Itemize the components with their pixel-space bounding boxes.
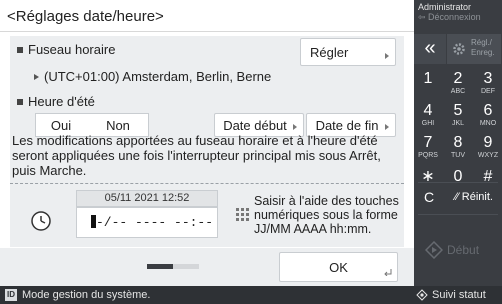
status-monitor-icon (416, 289, 428, 301)
page-progress-fill (147, 264, 173, 269)
datetime-input-mask: -/-- ---- --:-- (96, 215, 214, 230)
keypad-panel: Administrator ⇦ Déconnexion « Régl./ Enr… (414, 0, 502, 286)
chevron-right-icon (385, 53, 389, 59)
status-monitor-button[interactable]: Suivi statut (432, 289, 486, 301)
datetime-entry: 05/11 2021 12:52 -/-- ---- --:-- (14, 190, 220, 238)
bullet-icon (17, 47, 23, 53)
settings-register-button[interactable]: Régl./ Enreg. (447, 34, 501, 64)
settings-label-2: Enreg. (471, 48, 495, 57)
status-bar: ID Mode gestion du système. Suivi statut (0, 286, 502, 304)
back-button[interactable]: « (414, 34, 446, 64)
dst-label: Heure d'été (28, 94, 95, 109)
key-5[interactable]: 5 JKL (444, 102, 472, 132)
key-9[interactable]: 9 WXYZ (474, 134, 502, 164)
login-info: Administrator ⇦ Déconnexion (418, 2, 481, 22)
ok-button[interactable]: OK (279, 252, 398, 282)
divider (418, 214, 498, 215)
start-icon (425, 241, 443, 259)
enter-icon (384, 269, 392, 276)
divider (418, 182, 498, 183)
set-timezone-button[interactable]: Régler (300, 38, 396, 66)
clear-key[interactable]: C (414, 186, 444, 208)
timezone-label: Fuseau horaire (28, 42, 116, 57)
logout-link[interactable]: ⇦ Déconnexion (418, 12, 481, 22)
start-label: Début (447, 243, 480, 257)
info-text: Les modifications apportées au fuseau ho… (12, 133, 381, 178)
reset-key[interactable]: ⁄⁄ Réinit. (446, 186, 502, 208)
admin-name: Administrator (418, 2, 472, 12)
divider (10, 183, 404, 184)
keypad-icon (236, 208, 249, 221)
key-2[interactable]: 2 ABC (444, 70, 472, 100)
settings-panel: <Réglages date/heure> Fuseau horaire Rég… (0, 0, 414, 286)
bullet-icon (17, 99, 23, 105)
datetime-input[interactable]: -/-- ---- --:-- (76, 207, 218, 238)
key-4[interactable]: 4 GHI (414, 102, 442, 132)
chevron-right-icon (293, 124, 297, 130)
page-progress (147, 264, 199, 269)
input-hint: Saisir à l'aide des touches numériques s… (254, 194, 399, 236)
start-button[interactable]: Début (414, 230, 502, 286)
key-3[interactable]: 3 DEF (474, 70, 502, 100)
id-badge-icon: ID (5, 289, 17, 301)
key-8[interactable]: 8 TUV (444, 134, 472, 164)
key-1[interactable]: 1 (414, 70, 442, 100)
window-title: <Réglages date/heure> (0, 0, 414, 32)
timezone-value: (UTC+01:00) Amsterdam, Berlin, Berne (44, 69, 272, 84)
arrow-right-icon (34, 74, 39, 80)
status-message: Mode gestion du système. (22, 289, 151, 301)
clock-icon (31, 211, 51, 231)
settings-label-1: Régl./ (471, 38, 492, 47)
key-6[interactable]: 6 MNO (474, 102, 502, 132)
current-datetime: 05/11 2021 12:52 (76, 190, 218, 207)
chevron-right-icon (385, 124, 389, 130)
key-7[interactable]: 7 PQRS (414, 134, 442, 164)
gear-icon (453, 43, 465, 55)
